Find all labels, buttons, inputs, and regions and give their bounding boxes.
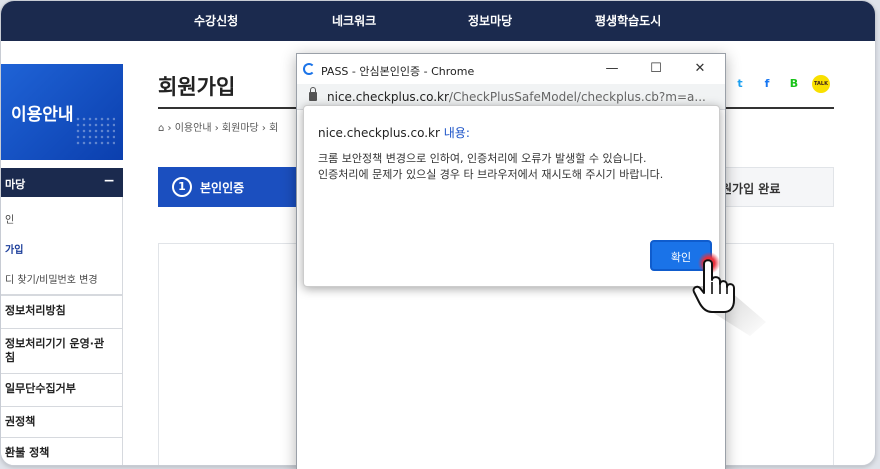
step-label: 본인인증 xyxy=(200,181,245,195)
step-number: 1 xyxy=(172,177,192,197)
collapse-icon[interactable]: − xyxy=(103,173,115,189)
minimize-icon[interactable]: — xyxy=(597,57,627,81)
url-host: nice.checkplus.co.kr xyxy=(327,90,449,104)
breadcrumb: ⌂ › 이용안내 › 회원마당 › 회 xyxy=(158,123,279,134)
top-nav: 수강신청 네크워크 정보마당 평생학습도시 xyxy=(1,1,875,41)
breadcrumb-item[interactable]: 이용안내 xyxy=(175,123,212,134)
alert-dialog: nice.checkplus.co.kr 내용: 크롬 보안정책 변경으로 인하… xyxy=(303,105,720,287)
nav-item-lifelong-city[interactable]: 평생학습도시 xyxy=(595,12,661,29)
twitter-icon[interactable]: t xyxy=(731,75,749,93)
sidebar-item-privacy-policy[interactable]: 정보처리방침 xyxy=(1,295,123,328)
dialog-heading: nice.checkplus.co.kr 내용: xyxy=(318,124,470,141)
popup-titlebar[interactable]: PASS - 안심본인인증 - Chrome — ☐ ✕ xyxy=(297,54,725,84)
dialog-message: 크롬 보안정책 변경으로 인하여, 인증처리에 오류가 발생할 수 있습니다. … xyxy=(318,151,713,183)
banner-pattern xyxy=(75,116,115,146)
popup-title: PASS - 안심본인인증 - Chrome xyxy=(321,65,475,78)
sidebar-banner: 이용안내 xyxy=(1,64,123,160)
facebook-icon[interactable]: f xyxy=(758,75,776,93)
dialog-host: nice.checkplus.co.kr xyxy=(318,126,440,140)
dialog-message-line: 크롬 보안정책 변경으로 인하여, 인증처리에 오류가 발생할 수 있습니다. xyxy=(318,152,647,165)
breadcrumb-item: 회 xyxy=(269,123,279,134)
nav-item-course-registration[interactable]: 수강신청 xyxy=(194,12,238,29)
sidebar-banner-title: 이용안내 xyxy=(11,105,74,125)
maximize-icon[interactable]: ☐ xyxy=(641,57,671,81)
sidebar-item-refund-policy[interactable]: 환불 정책 xyxy=(1,437,123,465)
nav-item-info[interactable]: 정보마당 xyxy=(468,12,512,29)
dialog-message-line: 인증처리에 문제가 있으실 경우 타 브라우저에서 재시도해 주시기 바랍니다. xyxy=(318,168,664,181)
step-label: 원가입 완료 xyxy=(721,182,781,196)
sidebar-item-email-refusal[interactable]: 일무단수집거부 xyxy=(1,373,123,406)
sidebar-section-label: 마당 xyxy=(5,178,26,191)
sidebar-subitem-find-id[interactable]: 디 찾기/비밀번호 변경 xyxy=(5,271,127,286)
sidebar-section-header[interactable]: 마당 − xyxy=(1,168,123,198)
sidebar-item-video-policy[interactable]: 정보처리기기 운영·관 침 xyxy=(1,328,123,373)
dialog-heading-suffix: 내용: xyxy=(443,126,470,140)
sidebar-subitem-signup[interactable]: 가입 xyxy=(5,241,127,256)
sidebar-sublist: 인 가입 디 찾기/비밀번호 변경 xyxy=(1,197,123,295)
breadcrumb-item[interactable]: 회원마당 xyxy=(222,123,259,134)
page-title: 회원가입 xyxy=(158,75,236,99)
step-signup-complete: 원가입 완료 xyxy=(721,167,834,207)
hand-pointer-icon xyxy=(692,259,766,336)
url-text[interactable]: nice.checkplus.co.kr/CheckPlusSafeModel/… xyxy=(327,90,706,104)
url-path: /CheckPlusSafeModel/checkplus.cb?m=a... xyxy=(448,90,706,104)
home-icon[interactable]: ⌂ xyxy=(158,123,164,134)
loading-spinner-icon xyxy=(303,63,315,75)
close-icon[interactable]: ✕ xyxy=(685,57,715,81)
step-identity-verification: 1 본인인증 xyxy=(158,167,300,207)
lock-icon xyxy=(309,87,317,101)
sidebar-item-copyright-policy[interactable]: 권정책 xyxy=(1,406,123,437)
kakaotalk-icon[interactable]: TALK xyxy=(812,75,830,93)
sidebar-subitem[interactable]: 인 xyxy=(5,211,127,226)
nav-item-network[interactable]: 네크워크 xyxy=(332,12,376,29)
band-icon[interactable]: B xyxy=(785,75,803,93)
